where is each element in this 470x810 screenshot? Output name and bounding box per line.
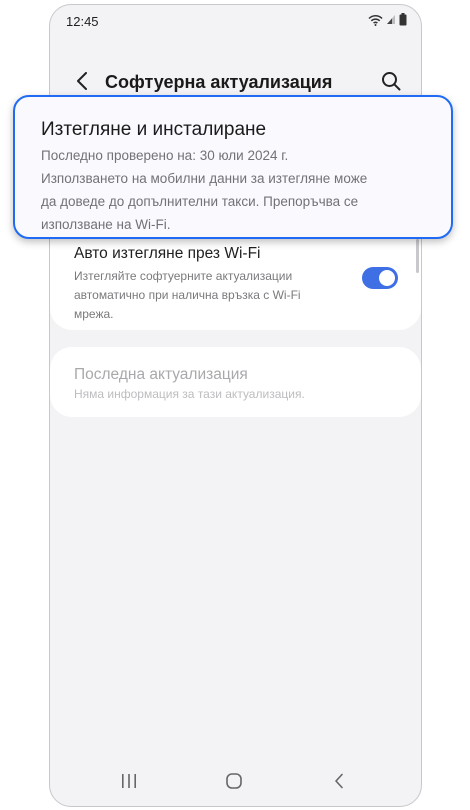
auto-download-description-line: Изтегляйте софтуерните актуализации [74,269,293,283]
scrollbar[interactable] [416,239,419,273]
home-button[interactable] [221,768,247,794]
auto-download-description-line: автоматично при налична връзка с Wi-Fi [74,288,301,302]
wifi-icon [368,14,383,26]
auto-download-toggle[interactable] [362,267,398,289]
status-icons [368,13,407,26]
auto-download-title[interactable]: Авто изтегляне през Wi-Fi [74,245,260,263]
back-icon [335,773,343,789]
download-install-item[interactable]: Изтегляне и инсталиране Последно провере… [13,95,453,239]
download-install-description-line: Последно проверено на: 30 юли 2024 г. [41,148,289,163]
auto-download-description: Изтегляйте софтуерните актуализации авто… [74,267,344,324]
chevron-left-icon [77,72,87,90]
download-install-title: Изтегляне и инсталиране [41,119,267,140]
home-icon [226,773,242,789]
download-install-description-line: да доведе до допълнителни такси. Препоръ… [41,194,359,209]
nav-back-button[interactable] [326,768,352,794]
back-button[interactable] [70,69,94,93]
page-title: Софтуерна актуализация [105,72,333,92]
recents-button[interactable] [116,768,142,794]
download-install-description-line: Използването на мобилни данни за изтегля… [41,171,368,186]
navigation-bar [50,754,421,806]
status-time: 12:45 [66,14,99,29]
last-update-description: Няма информация за тази актуализация. [74,387,305,401]
search-button[interactable] [379,69,403,93]
search-icon [382,72,401,91]
last-update-title: Последна актуализация [74,366,248,383]
auto-download-description-line: мрежа. [74,307,114,321]
download-install-description: Последно проверено на: 30 юли 2024 г. Из… [41,144,436,236]
battery-icon [399,13,407,26]
download-install-description-line: използване на Wi-Fi. [41,217,171,232]
signal-icon [387,15,395,24]
toggle-knob [379,270,395,286]
recents-icon [122,774,136,788]
last-update-card[interactable]: Последна актуализация Няма информация за… [50,347,421,417]
status-bar: 12:45 [50,5,421,37]
